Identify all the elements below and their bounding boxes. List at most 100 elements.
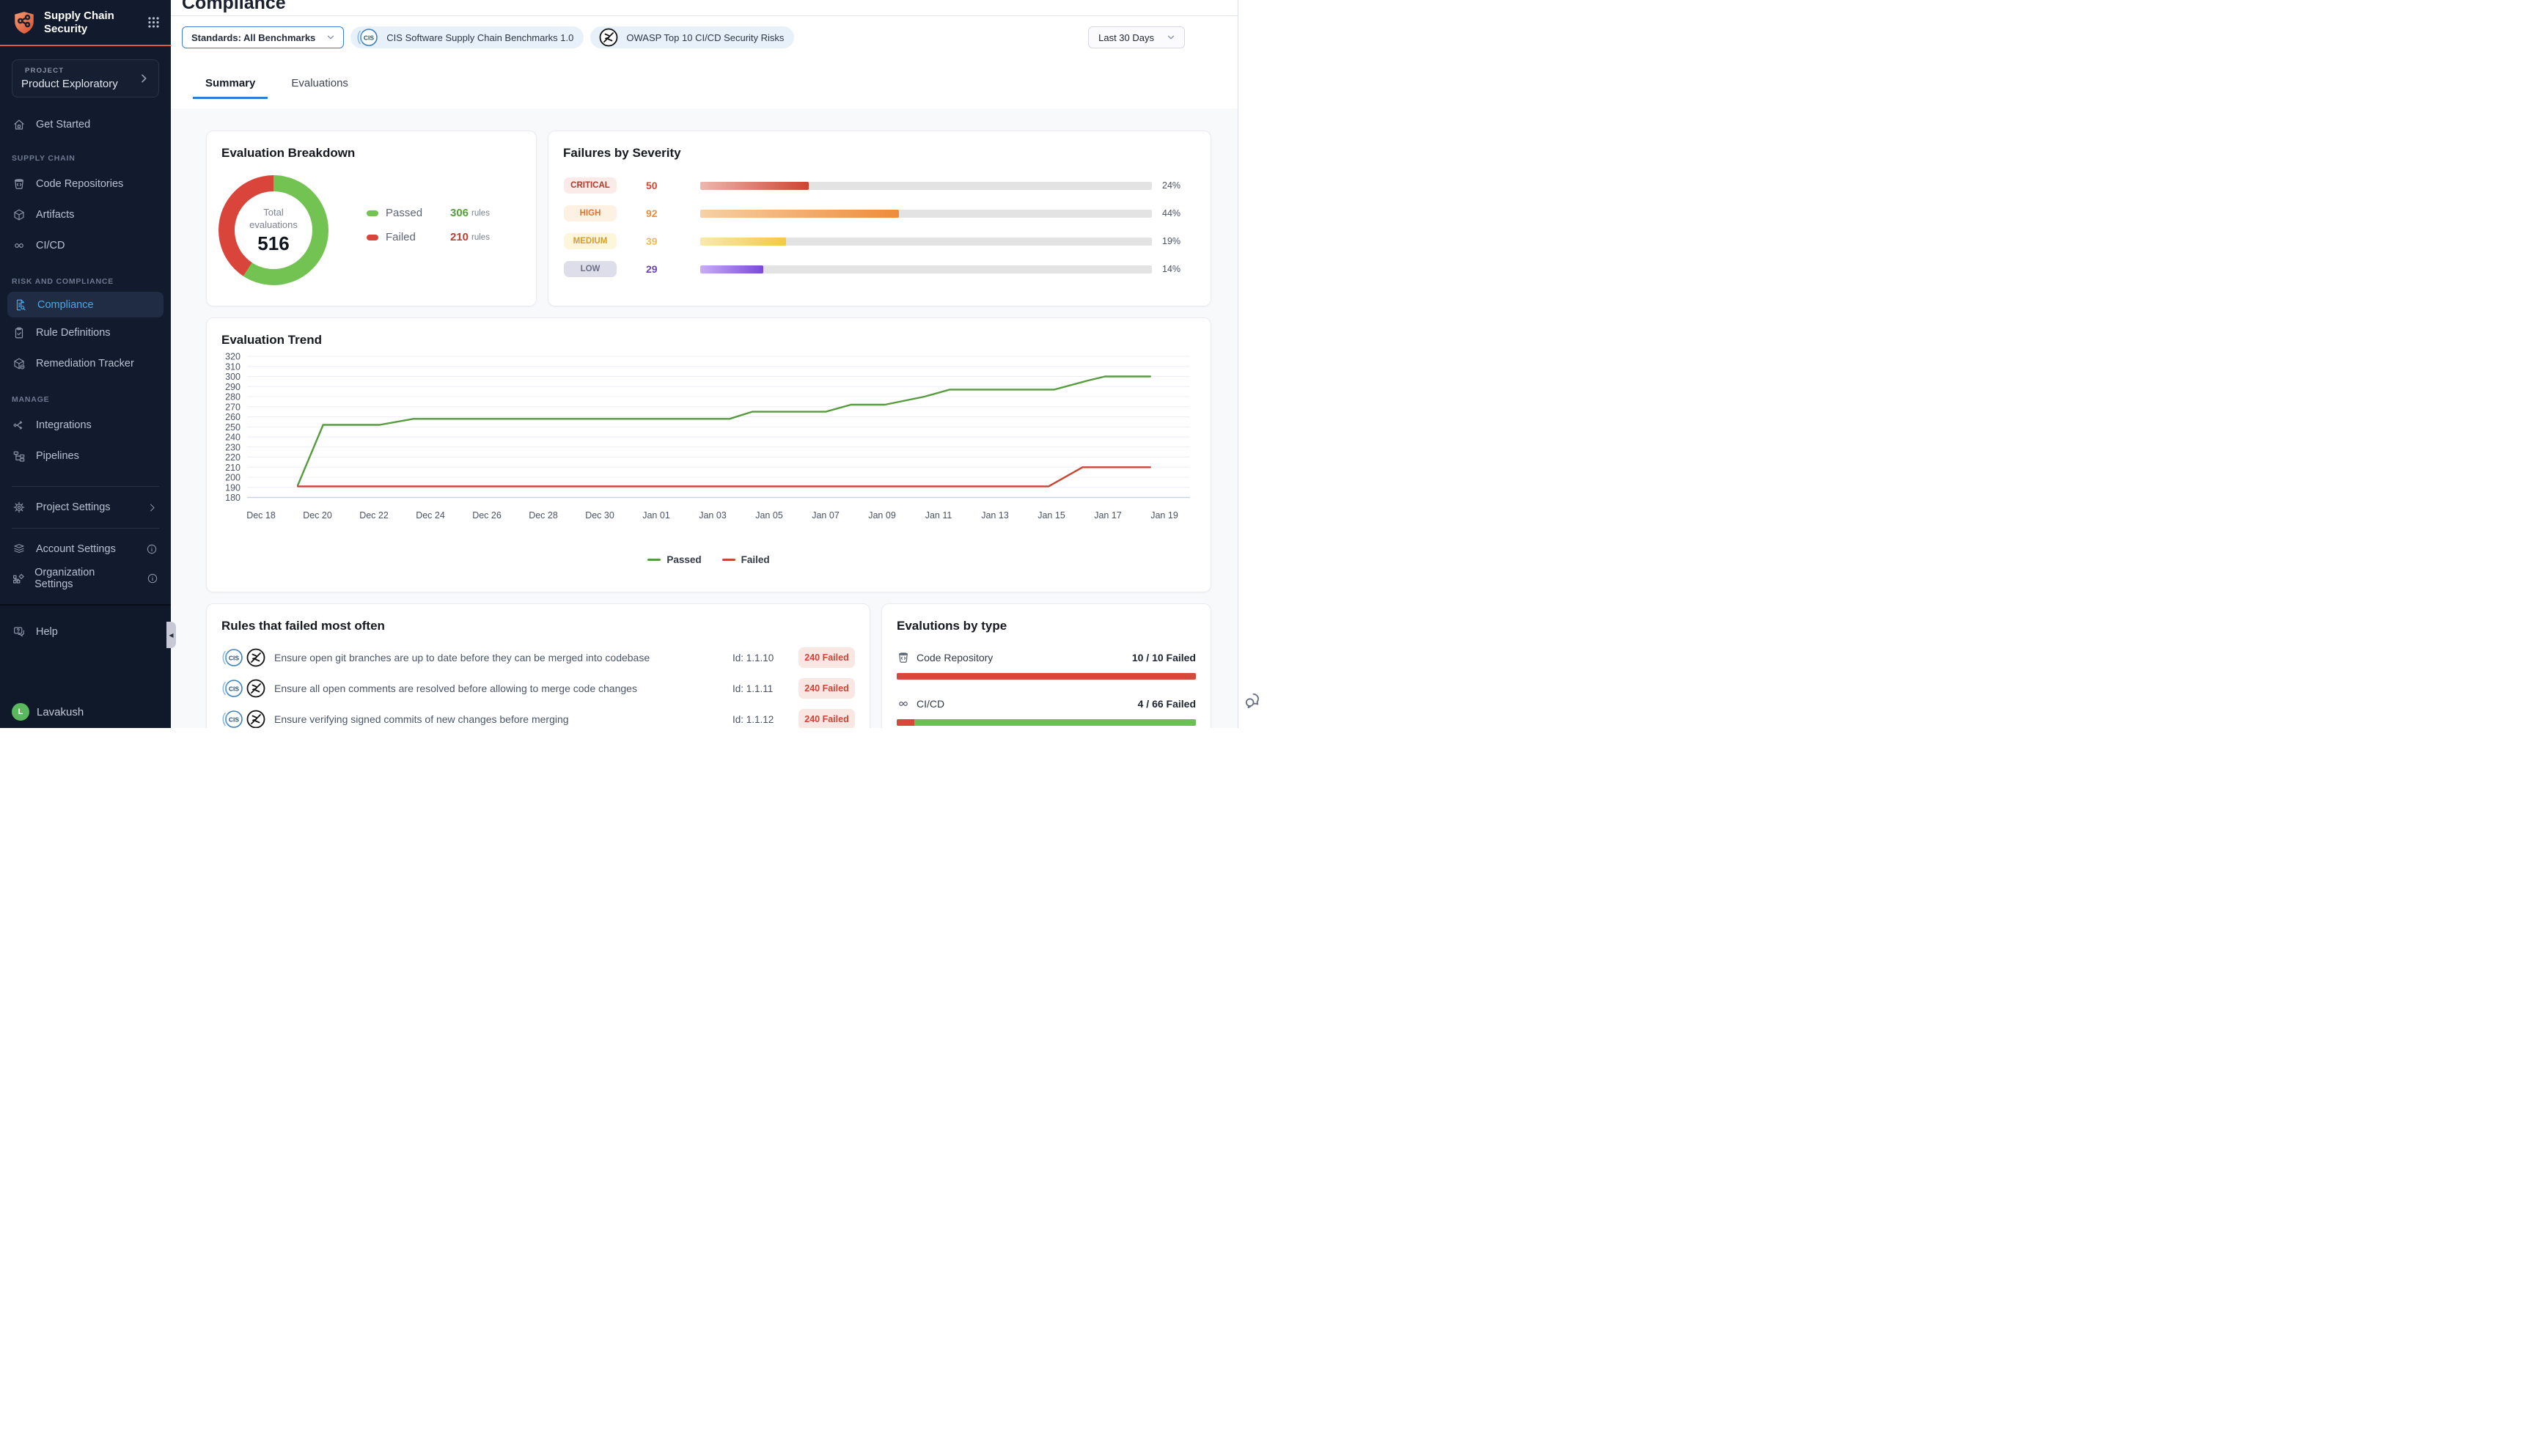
rule-list-item[interactable]: CISEnsure all open comments are resolved… <box>221 677 855 699</box>
cis-icon: CIS <box>221 707 246 728</box>
sidebar-item-label: Artifacts <box>36 209 74 221</box>
integrations-icon <box>12 419 26 432</box>
chevron-down-icon <box>326 32 336 43</box>
sidebar-item-ci-cd[interactable]: CI/CD <box>0 230 171 261</box>
legend-label: Passed <box>386 207 450 219</box>
svg-text:Jan 13: Jan 13 <box>981 510 1009 521</box>
sidebar-item-remediation-tracker[interactable]: Remediation Tracker <box>0 348 171 379</box>
sidebar-item-compliance[interactable]: Compliance <box>7 292 164 317</box>
donut-center-label: Total evaluations <box>244 206 303 231</box>
sidebar-footer: Project Settings Account SettingsOrganiza… <box>0 493 171 593</box>
box-icon <box>12 208 26 221</box>
tab-summary[interactable]: Summary <box>193 70 268 99</box>
severity-percent: 44% <box>1162 208 1196 218</box>
rule-id: Id: 1.1.11 <box>732 683 798 694</box>
svg-text:CIS: CIS <box>364 34 375 42</box>
svg-text:180: 180 <box>225 493 240 503</box>
legend-item-passed: Passed306rules <box>367 207 490 219</box>
severity-percent: 19% <box>1162 236 1196 246</box>
infinity-icon <box>897 697 910 710</box>
card-title: Evalutions by type <box>897 619 1196 633</box>
brand: Supply ChainSecurity <box>0 0 171 46</box>
tab-evaluations[interactable]: Evaluations <box>279 70 361 99</box>
project-label: PROJECT <box>21 67 138 75</box>
project-selector[interactable]: PROJECT Product Exploratory <box>12 59 159 98</box>
svg-text:Dec 30: Dec 30 <box>585 510 614 521</box>
svg-text:Jan 09: Jan 09 <box>868 510 896 521</box>
rule-list-item[interactable]: CISEnsure verifying signed commits of ne… <box>221 708 855 728</box>
sidebar-item-get-started[interactable]: Get Started <box>0 111 171 138</box>
sidebar-item-integrations[interactable]: Integrations <box>0 410 171 441</box>
svg-text:310: 310 <box>225 361 240 372</box>
severity-bar-fill <box>700 238 786 246</box>
svg-text:Dec 20: Dec 20 <box>303 510 332 521</box>
severity-row-critical: CRITICAL5024% <box>563 177 1196 194</box>
legend-value: 210 <box>450 231 469 243</box>
page-scroll-area[interactable]: Compliance Standards: All Benchmarks CIS… <box>171 0 1238 728</box>
sidebar-item-pipelines[interactable]: Pipelines <box>0 441 171 471</box>
sidebar-collapse-handle[interactable]: ◀ <box>166 622 176 648</box>
sidebar-item-organization-settings[interactable]: Organization Settings <box>0 564 171 593</box>
rule-description: Ensure open git branches are up to date … <box>274 652 732 663</box>
severity-row-high: HIGH9244% <box>563 205 1196 222</box>
sidebar-item-artifacts[interactable]: Artifacts <box>0 199 171 230</box>
svg-text:290: 290 <box>225 382 240 392</box>
bar-segment <box>897 673 1196 680</box>
legend-swatch <box>647 559 661 562</box>
sidebar-item-account-settings[interactable]: Account Settings <box>0 534 171 564</box>
trend-legend-failed: Failed <box>722 554 770 565</box>
owasp-icon <box>243 676 268 701</box>
legend-label: Failed <box>386 231 450 243</box>
trend-line-failed <box>298 467 1150 486</box>
sidebar-item-project-settings[interactable]: Project Settings <box>0 493 171 522</box>
sidebar-item-label: CI/CD <box>36 240 65 251</box>
rule-list-item[interactable]: CISEnsure open git branches are up to da… <box>221 647 855 669</box>
svg-text:Dec 24: Dec 24 <box>416 510 445 521</box>
type-name: Code Repository <box>917 652 993 663</box>
sidebar-bottom: Help LLavakush <box>0 604 171 728</box>
app-grid-icon[interactable] <box>147 15 161 29</box>
chat-support-icon[interactable] <box>1244 691 1263 710</box>
type-label: CI/CD <box>897 697 944 710</box>
svg-text:Jan 17: Jan 17 <box>1094 510 1122 521</box>
page-title: Compliance <box>182 0 286 15</box>
layers-icon <box>12 543 26 556</box>
right-rail <box>1238 0 1267 728</box>
rule-standard-icons: CIS <box>221 707 274 728</box>
type-failed-count: 4 / 66 Failed <box>1138 698 1196 710</box>
standards-filter-dropdown[interactable]: Standards: All Benchmarks <box>182 26 344 48</box>
severity-row-low: LOW2914% <box>563 260 1196 278</box>
rule-standard-icons: CIS <box>221 645 274 670</box>
rule-id: Id: 1.1.12 <box>732 714 798 725</box>
evaluation-breakdown-card: Evaluation Breakdown Total evaluations 5… <box>206 130 537 306</box>
severity-bar <box>700 238 1152 246</box>
user-menu[interactable]: LLavakush <box>0 699 171 725</box>
failures-by-severity-card: Failures by Severity CRITICAL5024%HIGH92… <box>548 130 1211 306</box>
header-divider <box>171 15 1238 16</box>
info-icon <box>146 573 159 584</box>
svg-text:230: 230 <box>225 442 240 452</box>
filter-chip-0[interactable]: CIS CIS Software Supply Chain Benchmarks … <box>350 26 584 48</box>
filter-chip-1[interactable]: OWASP Top 10 CI/CD Security Risks <box>590 26 794 48</box>
cis-icon: CIS <box>356 25 381 50</box>
infinity-icon <box>12 239 26 252</box>
app-root: Supply ChainSecurity PROJECT Product Exp… <box>0 0 1267 728</box>
svg-text:Jan 07: Jan 07 <box>812 510 840 521</box>
sidebar-item-label: Code Repositories <box>36 178 123 190</box>
sidebar-item-label: Pipelines <box>36 450 79 462</box>
sidebar-item-rule-definitions[interactable]: Rule Definitions <box>0 317 171 348</box>
owasp-icon <box>596 25 621 50</box>
svg-text:300: 300 <box>225 372 240 382</box>
severity-bar <box>700 265 1152 273</box>
date-range-dropdown[interactable]: Last 30 Days <box>1088 26 1185 48</box>
filter-chip-label: CIS Software Supply Chain Benchmarks 1.0 <box>386 32 573 43</box>
sidebar-item-label: Remediation Tracker <box>36 358 134 369</box>
severity-badge: MEDIUM <box>564 233 617 249</box>
filter-bar: Standards: All Benchmarks CIS CIS Softwar… <box>182 26 1185 48</box>
sidebar-item-code-repositories[interactable]: Code Repositories <box>0 169 171 199</box>
sidebar-nav: Get StartedSUPPLY CHAINCode Repositories… <box>0 111 171 471</box>
sidebar-item-help[interactable]: Help <box>0 617 171 647</box>
svg-text:Jan 11: Jan 11 <box>925 510 952 521</box>
trend-legend: PassedFailed <box>207 554 1211 565</box>
sidebar-section-label: RISK AND COMPLIANCE <box>0 277 171 286</box>
